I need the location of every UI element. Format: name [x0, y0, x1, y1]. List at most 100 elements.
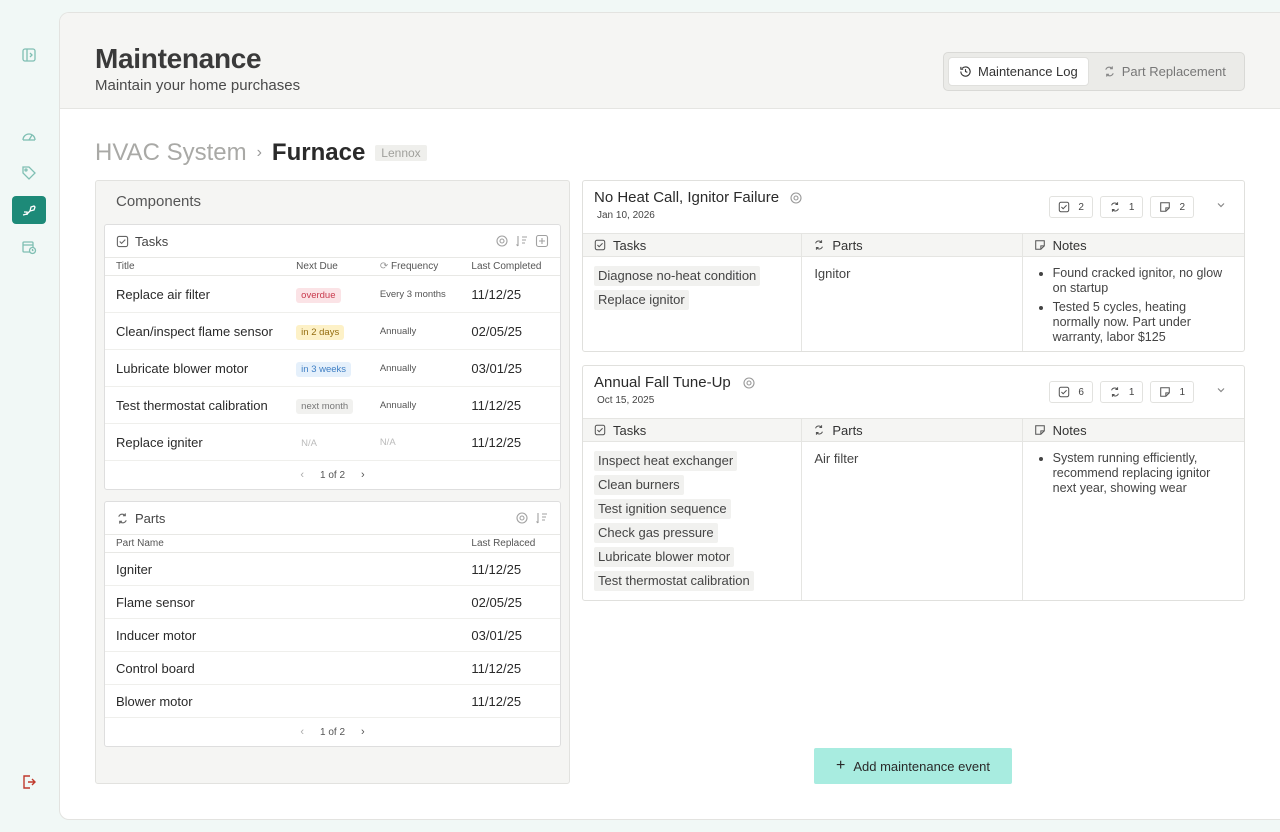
dashboard-gauge-icon — [22, 133, 36, 141]
page-indicator: 1 of 2 — [319, 469, 346, 481]
task-last-completed: 03/01/25 — [471, 360, 523, 376]
note-count-badge: 2 — [1150, 196, 1194, 218]
event-header[interactable]: Annual Fall Tune-Up Oct 15, 2025 6 1 1 — [583, 366, 1244, 418]
part-replace-icon — [815, 425, 824, 435]
chevron-down-icon[interactable] — [1216, 385, 1226, 395]
tasks-card-title: Tasks — [135, 233, 169, 249]
add-task-icon[interactable] — [535, 234, 549, 248]
event-columns-header: Tasks Parts Notes — [583, 418, 1244, 442]
table-row[interactable]: Flame sensor 02/05/25 — [105, 586, 560, 619]
add-maintenance-event-label: Add maintenance event — [853, 758, 990, 774]
col-next-due[interactable]: Next Due — [285, 261, 370, 272]
sort-icon[interactable] — [535, 511, 549, 525]
maintenance-event-card: No Heat Call, Ignitor Failure Jan 10, 20… — [582, 180, 1245, 352]
table-row[interactable]: Test thermostat calibration next month A… — [105, 387, 560, 424]
part-name: Blower motor — [116, 693, 193, 709]
sidebar-toggle-button[interactable] — [12, 41, 46, 69]
part-replace-icon — [1110, 202, 1119, 212]
task-count-badge: 2 — [1049, 196, 1093, 218]
col-tasks-label: Tasks — [613, 422, 647, 438]
gear-icon[interactable] — [789, 191, 803, 205]
add-maintenance-event-button[interactable]: + Add maintenance event — [814, 748, 1012, 784]
table-row[interactable]: Clean/inspect flame sensor in 2 days Ann… — [105, 313, 560, 350]
table-row[interactable]: Inducer motor 03/01/25 — [105, 619, 560, 652]
event-title: No Heat Call, Ignitor Failure — [594, 189, 780, 206]
table-row[interactable]: Replace igniter N/A N/A 11/12/25 — [105, 424, 560, 461]
col-parts: Parts — [802, 234, 1023, 256]
task-count: 6 — [1078, 386, 1084, 398]
note-icon — [1160, 387, 1171, 397]
table-row[interactable]: Control board 11/12/25 — [105, 652, 560, 685]
chevron-down-icon[interactable] — [1216, 200, 1226, 210]
task-count-badge: 6 — [1049, 381, 1093, 403]
gear-icon[interactable] — [742, 376, 756, 390]
col-frequency-label: Frequency — [390, 261, 439, 272]
part-last-replaced: 11/12/25 — [471, 660, 522, 676]
part-replace-icon — [118, 512, 127, 524]
event-task-list: Inspect heat exchanger Clean burners Tes… — [583, 442, 803, 600]
col-part-name[interactable]: Part Name — [105, 538, 460, 549]
task-title: Test thermostat calibration — [116, 397, 268, 413]
part-name: Inducer motor — [116, 627, 197, 643]
task-frequency: Annually — [379, 325, 417, 337]
task-title: Clean/inspect flame sensor — [116, 323, 273, 339]
table-row[interactable]: Igniter 11/12/25 — [105, 553, 560, 586]
task-count: 2 — [1078, 201, 1084, 213]
task-chip: Test ignition sequence — [594, 499, 731, 519]
part-replace-icon — [1110, 387, 1119, 397]
part-replace-icon — [1105, 66, 1114, 77]
tab-part-replacement[interactable]: Part Replacement — [1093, 57, 1236, 86]
logout-button[interactable] — [12, 768, 46, 796]
note-icon — [1160, 202, 1171, 212]
event-part: Air filter — [802, 442, 1023, 600]
event-date: Jan 10, 2026 — [597, 210, 655, 221]
next-page-icon[interactable]: › — [361, 726, 365, 738]
sidebar-item-dashboard[interactable] — [12, 122, 46, 150]
sort-icon[interactable] — [515, 234, 529, 248]
sidebar-item-purchases[interactable] — [12, 159, 46, 187]
task-check-icon — [1059, 386, 1070, 398]
view-switcher: Maintenance Log Part Replacement — [943, 52, 1245, 91]
breadcrumb-parent[interactable]: HVAC System — [95, 139, 247, 167]
table-row[interactable]: Lubricate blower motor in 3 weeks Annual… — [105, 350, 560, 387]
due-badge: in 2 days — [296, 324, 345, 340]
task-check-icon — [116, 235, 129, 247]
sidebar-item-schedule[interactable] — [12, 233, 46, 261]
tasks-pager: ‹ 1 of 2 › — [105, 461, 560, 489]
col-tasks-label: Tasks — [613, 237, 647, 253]
col-title[interactable]: Title — [105, 261, 285, 272]
due-badge: in 3 weeks — [296, 361, 352, 377]
next-page-icon[interactable]: › — [361, 469, 365, 481]
note-item: Found cracked ignitor, no glow on startu… — [1053, 266, 1232, 296]
table-row[interactable]: Replace air filter overdue Every 3 month… — [105, 276, 560, 313]
event-header[interactable]: No Heat Call, Ignitor Failure Jan 10, 20… — [583, 181, 1244, 233]
gear-icon[interactable] — [495, 234, 509, 248]
tab-maintenance-log[interactable]: Maintenance Log — [948, 57, 1089, 86]
event-columns-header: Tasks Parts Notes — [583, 233, 1244, 257]
event-body: Diagnose no-heat condition Replace ignit… — [583, 257, 1244, 351]
task-last-completed: 11/12/25 — [471, 434, 522, 450]
col-parts-label: Parts — [832, 237, 863, 253]
col-frequency[interactable]: ⟳ Frequency — [370, 261, 461, 272]
brand-badge: Lennox — [375, 145, 427, 161]
part-count-badge: 1 — [1099, 381, 1144, 403]
col-notes: Notes — [1023, 234, 1244, 256]
components-panel: Components Tasks Title Next Due ⟳ Freque… — [95, 180, 570, 784]
table-row[interactable]: Blower motor 11/12/25 — [105, 685, 560, 718]
prev-page-icon[interactable]: ‹ — [300, 726, 304, 738]
parts-pager: ‹ 1 of 2 › — [105, 718, 560, 746]
task-chip: Diagnose no-heat condition — [594, 266, 761, 286]
tasks-card: Tasks Title Next Due ⟳ Frequency Last Co… — [104, 224, 561, 490]
part-name: Control board — [116, 660, 195, 676]
col-last-replaced[interactable]: Last Replaced — [460, 538, 560, 549]
note-count-badge: 1 — [1150, 381, 1194, 403]
part-last-replaced: 02/05/25 — [471, 594, 523, 610]
prev-page-icon[interactable]: ‹ — [300, 469, 304, 481]
task-check-icon — [594, 424, 606, 436]
page-header: Maintenance Maintain your home purchases… — [60, 13, 1280, 109]
gear-icon[interactable] — [515, 511, 529, 525]
logout-icon — [23, 775, 36, 789]
sidebar-item-maintenance[interactable] — [12, 196, 46, 224]
col-last-completed[interactable]: Last Completed — [460, 261, 560, 272]
note-count: 2 — [1179, 201, 1185, 213]
